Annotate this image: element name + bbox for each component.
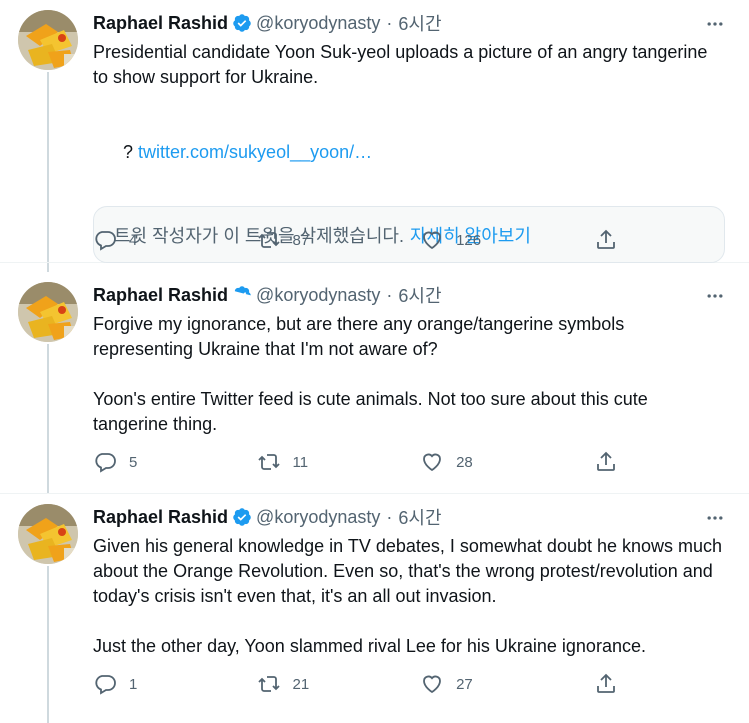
reply-icon — [95, 453, 116, 473]
share-button[interactable] — [594, 448, 633, 476]
avatar[interactable] — [18, 10, 78, 70]
tweet[interactable]: Raphael Rashid @koryodynasty · 6시간 Given… — [0, 494, 749, 723]
like-button[interactable]: 27 — [420, 670, 584, 698]
tweet[interactable]: Raphael Rashid @koryodynasty · 6시간 Forgi… — [0, 272, 749, 494]
avatar[interactable] — [18, 282, 78, 342]
share-button[interactable] — [594, 226, 633, 254]
share-button[interactable] — [594, 670, 633, 698]
reply-button[interactable]: 5 — [93, 448, 257, 476]
reply-count: 4 — [129, 231, 138, 249]
like-icon — [423, 675, 441, 694]
retweet-count: 87 — [292, 231, 310, 249]
separator-dot: · — [386, 506, 393, 527]
like-button[interactable]: 126 — [420, 226, 584, 254]
tweet-text: Presidential candidate Yoon Suk-yeol upl… — [93, 42, 713, 87]
avatar[interactable] — [18, 504, 78, 564]
author-handle[interactable]: @koryodynasty — [256, 507, 380, 528]
reply-count: 5 — [129, 453, 138, 471]
reply-button[interactable]: 1 — [93, 670, 257, 698]
reply-button[interactable]: 4 — [93, 226, 257, 254]
author-name[interactable]: Raphael Rashid — [93, 507, 228, 528]
separator-dot: · — [386, 284, 393, 305]
verified-badge-icon — [232, 13, 252, 33]
more-options-icon[interactable] — [703, 284, 727, 308]
like-icon — [423, 231, 441, 250]
retweet-icon — [257, 232, 280, 248]
like-icon — [423, 453, 441, 472]
retweet-button[interactable]: 21 — [257, 670, 421, 698]
more-options-icon[interactable] — [703, 12, 727, 36]
link-prefix: ? — [123, 142, 139, 162]
retweet-button[interactable]: 11 — [257, 448, 421, 476]
timestamp[interactable]: 6시간 — [398, 282, 441, 308]
author-name[interactable]: Raphael Rashid — [93, 13, 228, 34]
like-button[interactable]: 28 — [420, 448, 584, 476]
like-count: 27 — [456, 675, 473, 693]
author-handle[interactable]: @koryodynasty — [256, 13, 380, 34]
timestamp[interactable]: 6시간 — [398, 504, 441, 530]
retweet-icon — [257, 676, 280, 692]
retweet-icon — [257, 454, 280, 470]
author-name[interactable]: Raphael Rashid — [93, 285, 228, 306]
retweet-count: 11 — [292, 453, 309, 471]
reply-icon — [95, 231, 116, 251]
author-handle[interactable]: @koryodynasty — [256, 285, 380, 306]
reply-icon — [95, 675, 116, 695]
verified-badge-icon — [232, 507, 252, 527]
tweet-text: Given his general knowledge in TV debate… — [93, 536, 723, 656]
verified-badge-icon — [232, 285, 252, 305]
reply-count: 1 — [129, 675, 138, 693]
timestamp[interactable]: 6시간 — [398, 10, 441, 36]
like-count: 126 — [456, 231, 482, 249]
share-icon — [596, 229, 615, 249]
separator-dot: · — [386, 12, 393, 33]
tweet-link[interactable]: twitter.com/sukyeol__yoon/… — [138, 142, 372, 162]
retweet-count: 21 — [292, 675, 310, 693]
tweet[interactable]: Raphael Rashid @koryodynasty · 6시간 Presi… — [0, 0, 749, 263]
share-icon — [596, 451, 615, 471]
tweet-text: Forgive my ignorance, but are there any … — [93, 314, 648, 434]
retweet-button[interactable]: 87 — [257, 226, 421, 254]
like-count: 28 — [456, 453, 473, 471]
more-options-icon[interactable] — [703, 506, 727, 530]
share-icon — [596, 673, 615, 693]
